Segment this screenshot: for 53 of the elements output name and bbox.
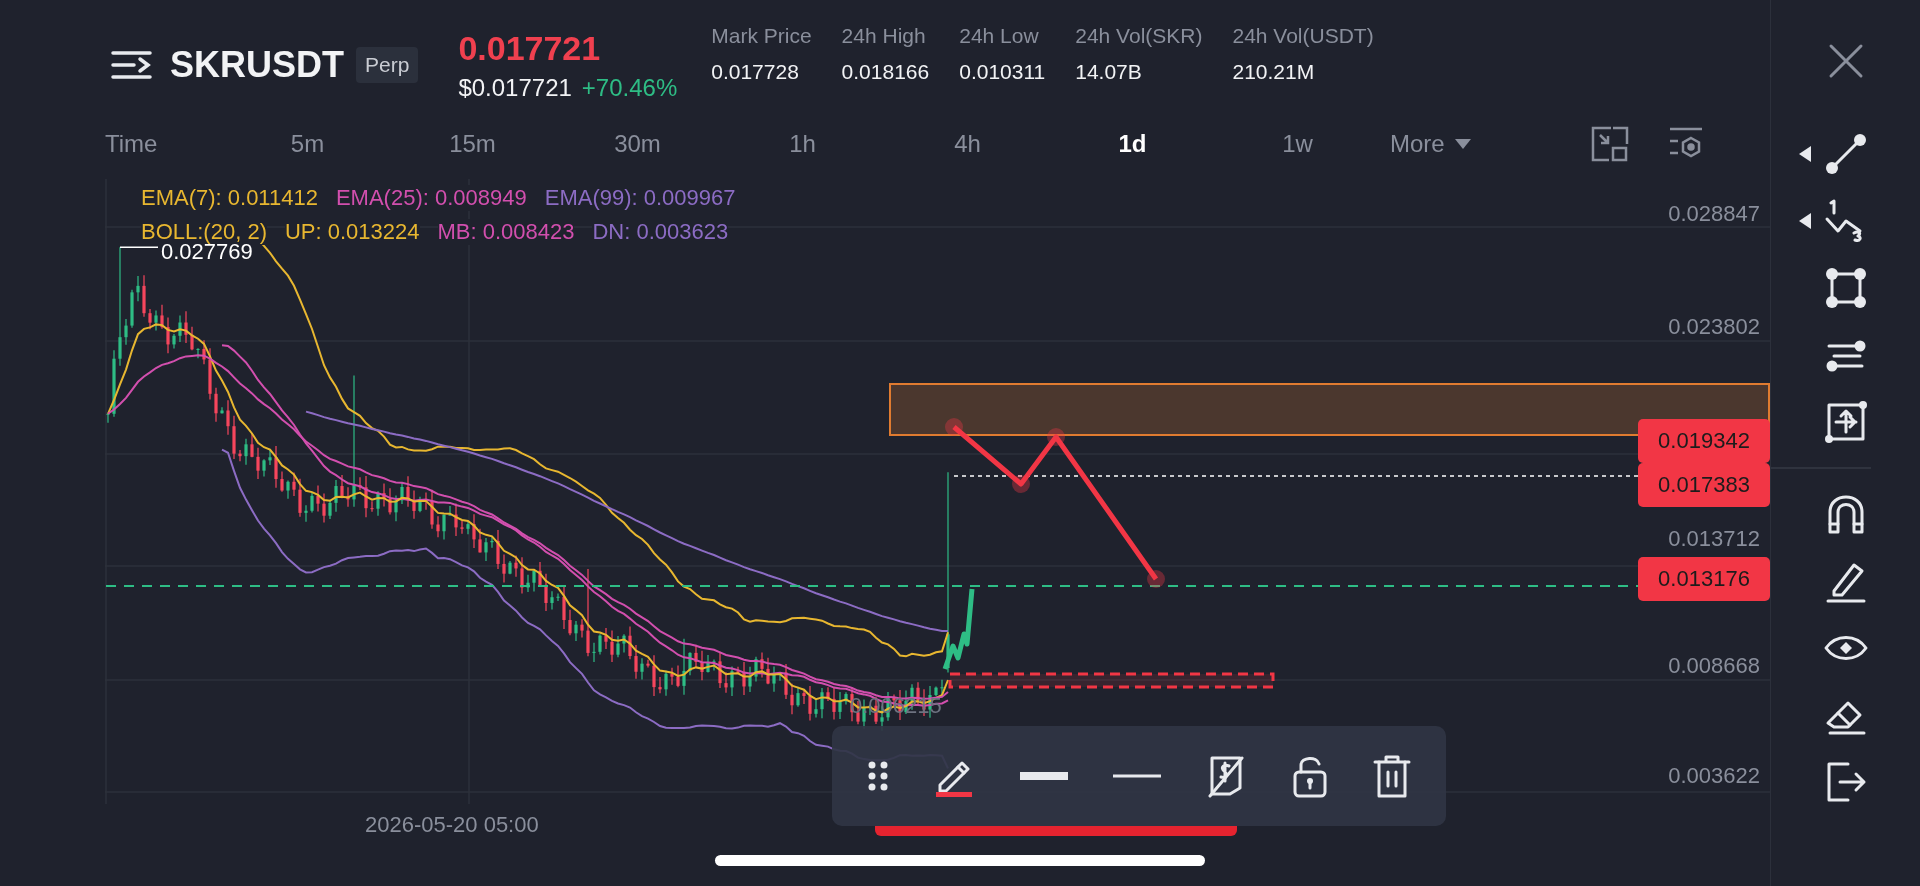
drag-handle-icon[interactable] <box>866 760 889 792</box>
timeframe-tab[interactable]: 1h <box>720 130 885 158</box>
dotted-price-line[interactable] <box>953 475 1641 477</box>
last-price: 0.017721 <box>458 28 602 68</box>
stat-value: 210.21M <box>1232 60 1316 84</box>
timeframe-tab[interactable]: 5m <box>225 130 390 158</box>
leader-line <box>119 246 159 249</box>
contract-type-badge: Perp <box>356 47 419 83</box>
expand-triangle-icon[interactable] <box>1799 145 1811 162</box>
more-dropdown[interactable]: More <box>1390 130 1471 158</box>
expand-triangle-icon[interactable] <box>1799 212 1811 229</box>
measure-box-icon[interactable] <box>1824 399 1868 444</box>
trash-icon[interactable] <box>1373 754 1412 798</box>
rectangle-tool-icon[interactable] <box>1824 265 1868 310</box>
zigzag-line[interactable] <box>945 418 1165 588</box>
stat-label: 24h Vol(USDT) <box>1232 24 1374 48</box>
price-tag[interactable]: 0.019342 <box>1638 419 1770 463</box>
stat-value: 14.07B <box>1075 60 1143 84</box>
timeframe-tab[interactable]: 4h <box>885 130 1050 158</box>
price-tag[interactable]: 0.017383 <box>1638 463 1770 507</box>
price-axis-label: 0.008668 <box>1668 653 1760 679</box>
stat-value: 0.017728 <box>711 60 800 84</box>
dashed-rectangle[interactable] <box>948 672 1275 689</box>
line-tool-icon[interactable] <box>1824 131 1868 176</box>
stat-label: 24h High <box>841 24 927 48</box>
caret-icon <box>1454 139 1471 149</box>
timeframe-tab[interactable]: 1d <box>1050 130 1215 158</box>
stat-label: 24h Low <box>959 24 1040 48</box>
timeframe-tab[interactable]: 30m <box>555 130 720 158</box>
pencil-stroke[interactable] <box>942 588 975 670</box>
usd-price: $0.017721 <box>458 73 572 102</box>
unlock-icon[interactable] <box>1291 754 1328 798</box>
low-price-label: 0.006215 <box>850 693 942 719</box>
price-axis-label: 0.013712 <box>1668 526 1760 552</box>
symbol-title: SKRUSDT <box>170 44 344 86</box>
price-axis-label: 0.023802 <box>1668 314 1760 340</box>
stat-value: 0.010311 <box>959 60 1046 84</box>
picture-in-picture-icon[interactable] <box>1590 126 1629 162</box>
price-change: +70.46% <box>581 73 678 102</box>
stat-label: Mark Price <box>711 24 812 48</box>
timeframe-tab[interactable]: Time <box>105 130 225 158</box>
timeframe-tab[interactable]: 1w <box>1215 130 1380 158</box>
time-axis-label: 2026-05-20 05:00 <box>365 812 539 838</box>
dashed-price-line[interactable] <box>105 585 1641 587</box>
indicator-value: MB: 0.008423 <box>437 219 575 245</box>
price-axis-label: 0.003622 <box>1668 763 1760 789</box>
price-axis-label: 0.028847 <box>1668 201 1760 227</box>
stat-label: 24h Vol(SKR) <box>1075 24 1203 48</box>
thick-line-icon[interactable] <box>1019 771 1068 781</box>
price-tag[interactable]: 0.013176 <box>1638 557 1770 601</box>
timeframe-tab[interactable]: 15m <box>390 130 555 158</box>
stat-value: 0.018166 <box>841 60 930 84</box>
indicator-value: EMA(25): 0.008949 <box>335 185 527 211</box>
